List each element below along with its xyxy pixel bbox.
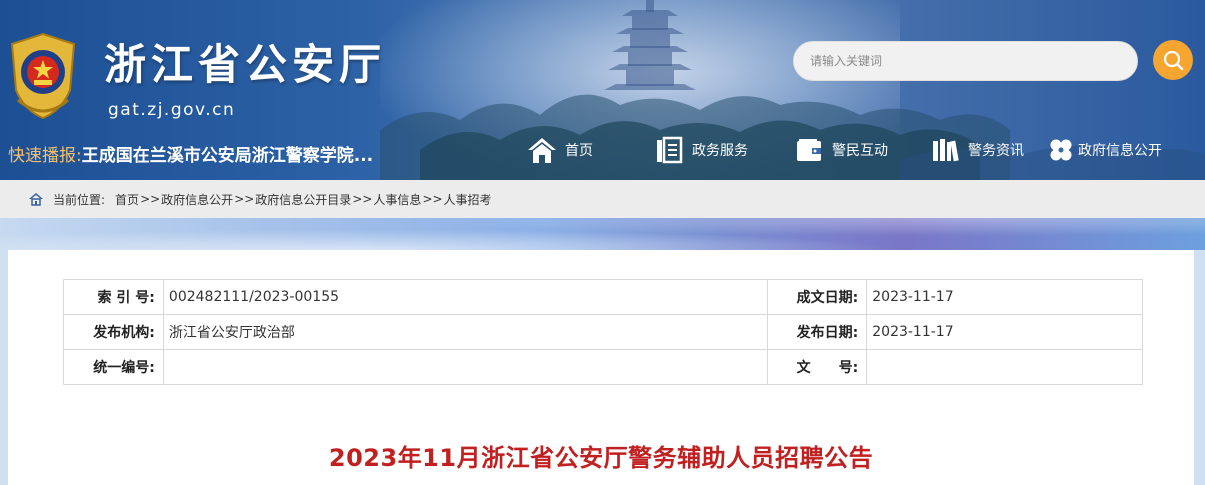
site-domain: gat.zj.gov.cn	[108, 100, 236, 120]
breadcrumb-separator: >>	[140, 192, 161, 206]
breadcrumb-recruitment[interactable]: 人事招考	[444, 191, 492, 208]
publisher-value: 浙江省公安厅政治部	[162, 314, 769, 350]
nav-item-gov-services[interactable]: 政务服务	[654, 133, 748, 167]
article-content: 索 引 号: 002482111/2023-00155 成文日期: 2023-1…	[8, 250, 1194, 485]
nav-item-police-news[interactable]: 警务资讯	[930, 133, 1024, 167]
search-icon	[1163, 50, 1184, 71]
nav-label: 警务资讯	[968, 143, 1024, 159]
table-row: 统一编号: 文 号:	[63, 349, 1143, 385]
written-date-value: 2023-11-17	[866, 279, 1143, 315]
clover-icon	[1046, 136, 1076, 164]
police-emblem-logo	[10, 32, 76, 120]
site-title: 浙江省公安厅	[104, 40, 387, 89]
breadcrumb-separator: >>	[234, 192, 255, 206]
written-date-label: 成文日期:	[767, 279, 868, 315]
wallet-icon	[794, 136, 824, 164]
publish-date-label: 发布日期:	[767, 314, 868, 350]
ticker-headline[interactable]: 王成国在兰溪市公安局浙江警察学院...	[82, 146, 373, 166]
news-ticker: 快速播报:王成国在兰溪市公安局浙江警察学院...	[8, 145, 373, 167]
document-icon	[654, 136, 684, 164]
index-number-value: 002482111/2023-00155	[162, 279, 769, 315]
house-icon	[527, 136, 557, 164]
books-icon	[930, 136, 960, 164]
search-box	[793, 41, 1138, 81]
breadcrumb-separator: >>	[352, 192, 373, 206]
search-input[interactable]	[794, 42, 1137, 80]
breadcrumb-personnel-info[interactable]: 人事信息	[373, 191, 421, 208]
breadcrumb-prefix: 当前位置:	[53, 192, 106, 207]
nav-item-home[interactable]: 首页	[527, 133, 593, 167]
breadcrumb-disclosure-catalog[interactable]: 政府信息公开目录	[255, 191, 351, 208]
serial-number-label: 统一编号:	[63, 349, 164, 385]
breadcrumb: 当前位置: 首页 >> 政府信息公开 >> 政府信息公开目录 >> 人事信息 >…	[0, 180, 1205, 218]
breadcrumb-separator: >>	[422, 192, 443, 206]
nav-item-police-interaction[interactable]: 警民互动	[794, 133, 888, 167]
breadcrumb-home[interactable]: 首页	[115, 191, 139, 208]
search-button[interactable]	[1153, 40, 1193, 80]
nav-label: 政府信息公开	[1078, 143, 1162, 159]
document-meta-table: 索 引 号: 002482111/2023-00155 成文日期: 2023-1…	[63, 279, 1143, 385]
nav-label: 警民互动	[832, 143, 888, 159]
nav-label: 首页	[565, 143, 593, 159]
nav-item-gov-info-disclosure[interactable]: 政府信息公开	[1046, 133, 1162, 167]
document-number-label: 文 号:	[767, 349, 868, 385]
publisher-label: 发布机构:	[63, 314, 164, 350]
serial-number-value	[162, 349, 769, 385]
home-icon	[29, 193, 43, 206]
decorative-banner	[0, 218, 1205, 250]
table-row: 索 引 号: 002482111/2023-00155 成文日期: 2023-1…	[63, 279, 1143, 315]
document-number-value	[866, 349, 1143, 385]
ticker-label: 快速播报:	[8, 146, 82, 166]
publish-date-value: 2023-11-17	[866, 314, 1143, 350]
article-title: 2023年11月浙江省公安厅警务辅助人员招聘公告	[328, 444, 874, 472]
breadcrumb-gov-info-disclosure[interactable]: 政府信息公开	[161, 191, 233, 208]
index-number-label: 索 引 号:	[63, 279, 164, 315]
table-row: 发布机构: 浙江省公安厅政治部 发布日期: 2023-11-17	[63, 314, 1143, 350]
site-header: 浙江省公安厅 gat.zj.gov.cn 快速播报:王成国在兰溪市公安局浙江警察…	[0, 0, 1205, 180]
nav-label: 政务服务	[692, 143, 748, 159]
